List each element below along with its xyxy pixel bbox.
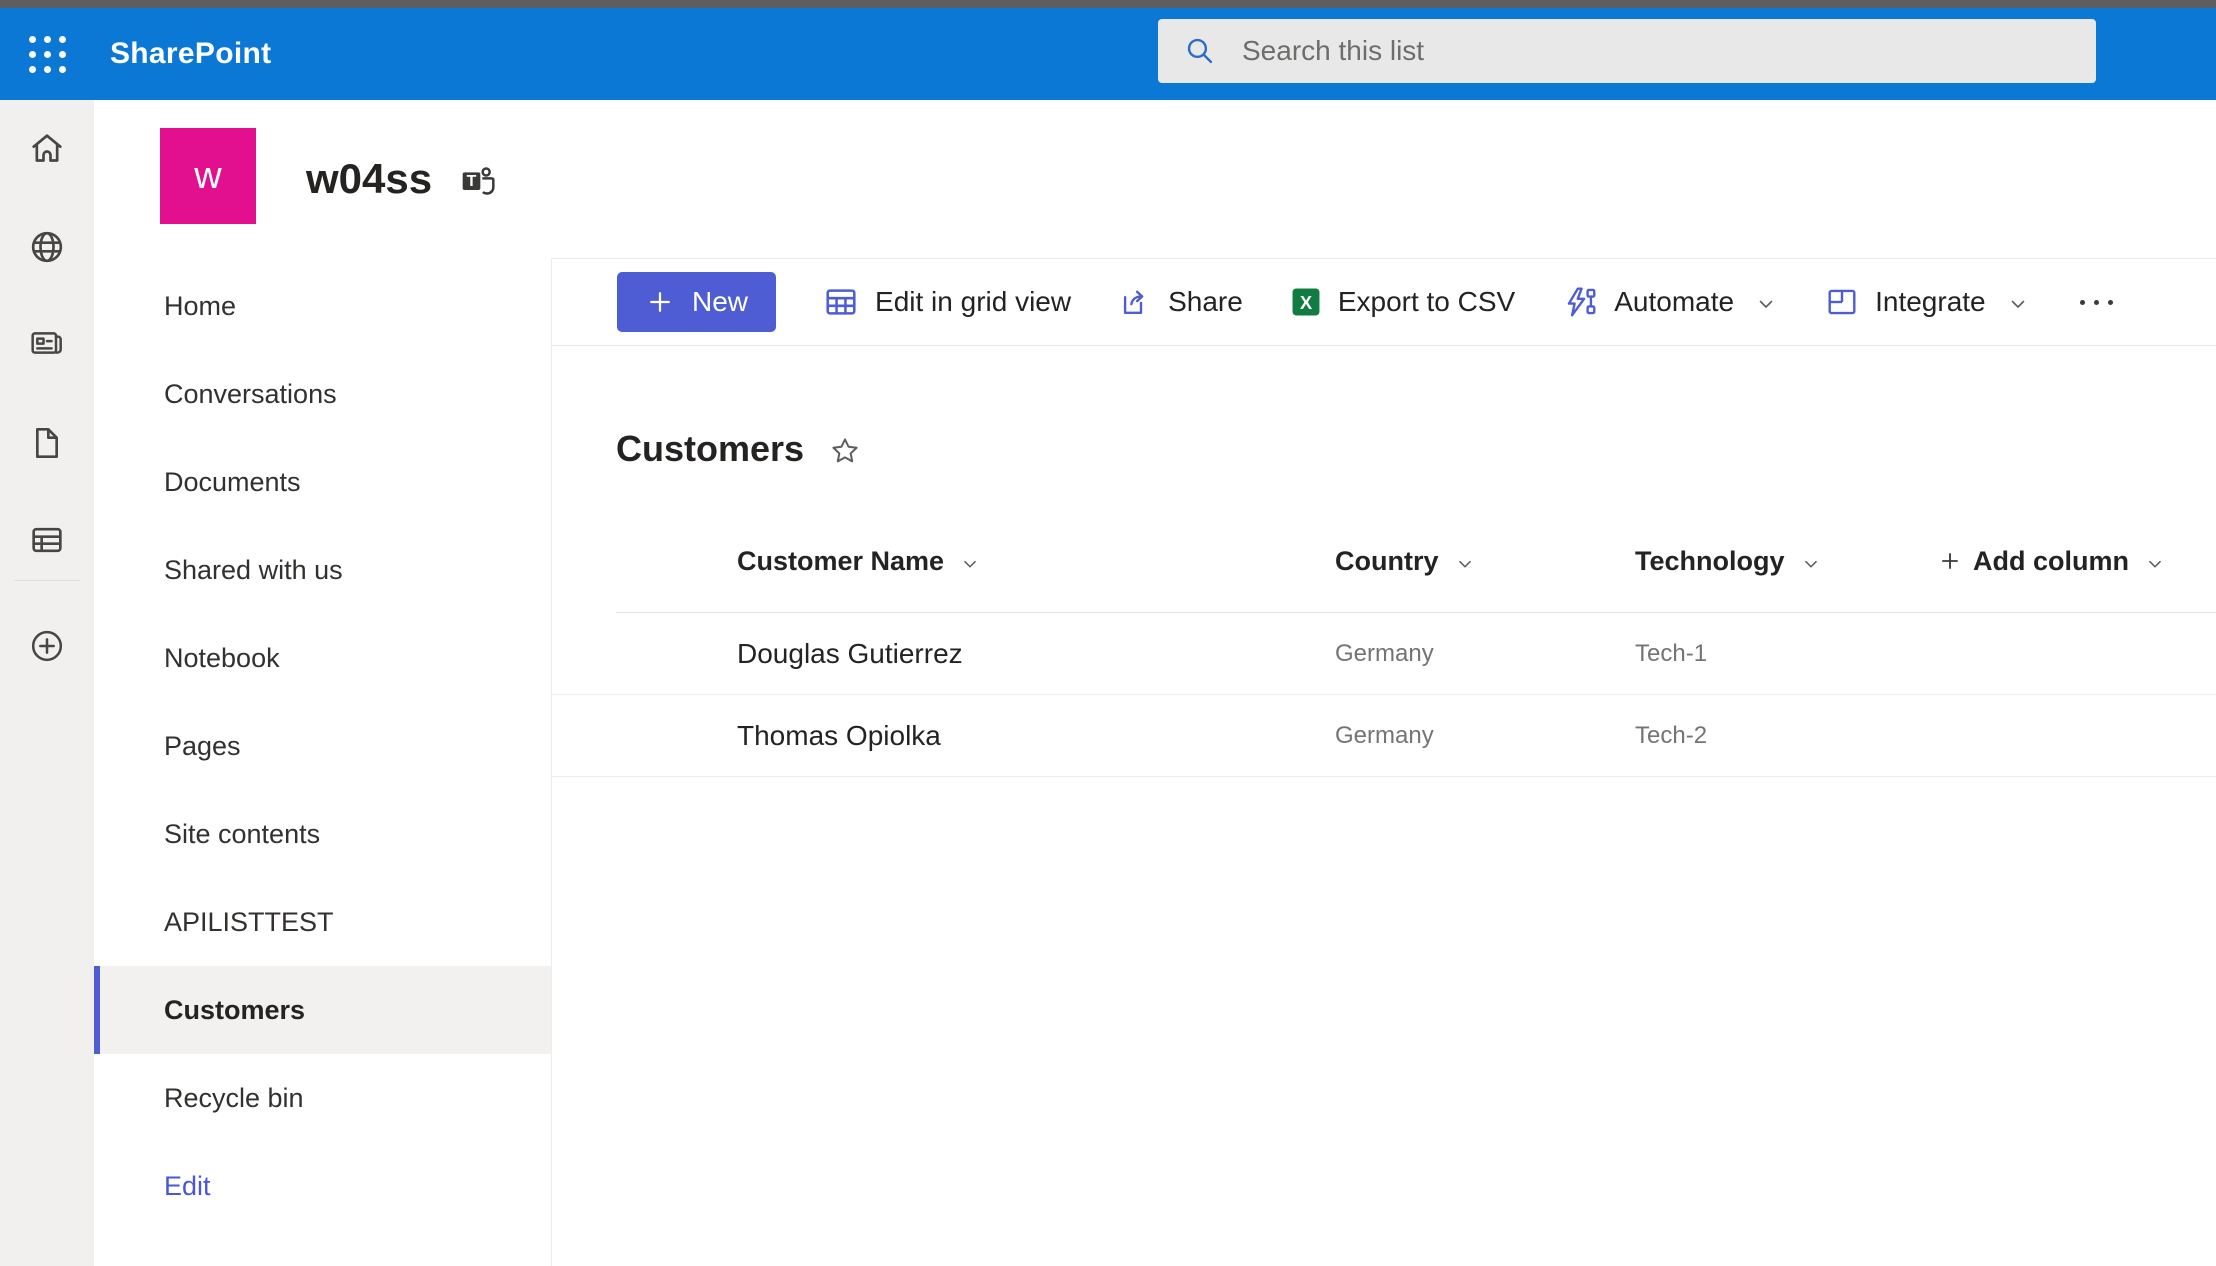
svg-text:X: X [1300, 292, 1313, 313]
app-launcher-button[interactable] [0, 8, 94, 100]
nav-item-apilisttest[interactable]: APILISTTEST [94, 878, 551, 966]
export-to-csv-label: Export to CSV [1338, 286, 1515, 318]
site-title[interactable]: w04ss [306, 155, 432, 203]
nav-item-shared-with-us[interactable]: Shared with us [94, 526, 551, 614]
nav-item-customers[interactable]: Customers [94, 966, 551, 1054]
site-nav: Home Conversations Documents Shared with… [94, 258, 552, 1266]
integrate-menu-button[interactable]: Integrate [1824, 284, 2030, 320]
cell-technology: Tech-1 [1635, 613, 1707, 694]
cell-customer-name[interactable]: Thomas Opiolka [737, 695, 941, 776]
site-header: w w04ss T [94, 100, 2216, 258]
column-header-customer-name[interactable]: Customer Name [737, 535, 981, 587]
nav-item-conversations[interactable]: Conversations [94, 350, 551, 438]
waffle-icon [29, 36, 66, 73]
rail-divider [14, 580, 80, 581]
table-row[interactable]: Douglas Gutierrez Germany Tech-1 [552, 613, 2216, 695]
table-header-row: Customer Name Country Technology Add col… [552, 535, 2216, 587]
edit-in-grid-view-label: Edit in grid view [875, 286, 1071, 318]
rail-global-button[interactable] [0, 216, 94, 278]
rail-documents-button[interactable] [0, 412, 94, 474]
cell-technology: Tech-2 [1635, 695, 1707, 776]
cell-country: Germany [1335, 695, 1434, 776]
command-bar: New Edit in grid view Share X Export to … [552, 258, 2216, 346]
edit-in-grid-view-button[interactable]: Edit in grid view [822, 283, 1071, 321]
integrate-label: Integrate [1875, 286, 1986, 318]
svg-text:T: T [467, 173, 477, 190]
nav-item-site-contents[interactable]: Site contents [94, 790, 551, 878]
automate-flow-icon [1561, 283, 1599, 321]
excel-icon: X [1289, 285, 1323, 319]
lists-icon [27, 520, 67, 560]
chevron-down-icon [1800, 553, 1822, 575]
chevron-down-icon [1454, 553, 1476, 575]
document-icon [27, 423, 67, 463]
rail-create-button[interactable] [0, 615, 94, 677]
news-icon [27, 323, 67, 363]
export-to-csv-button[interactable]: X Export to CSV [1289, 285, 1515, 319]
nav-edit-link[interactable]: Edit [94, 1142, 551, 1230]
add-circle-icon [27, 626, 67, 666]
search-box[interactable] [1158, 19, 2096, 83]
chevron-down-icon [2144, 553, 2166, 575]
plus-icon [645, 287, 675, 317]
share-button[interactable]: Share [1117, 284, 1243, 320]
site-logo[interactable]: w [160, 128, 256, 224]
new-button-label: New [692, 286, 748, 318]
nav-item-home[interactable]: Home [94, 262, 551, 350]
plus-icon [1937, 548, 1963, 574]
rail-lists-button[interactable] [0, 509, 94, 571]
nav-item-recycle-bin[interactable]: Recycle bin [94, 1054, 551, 1142]
app-rail [0, 100, 94, 1266]
nav-item-pages[interactable]: Pages [94, 702, 551, 790]
rail-news-button[interactable] [0, 312, 94, 374]
list-title: Customers [616, 428, 804, 470]
browser-top-strip [0, 0, 2216, 8]
nav-item-documents[interactable]: Documents [94, 438, 551, 526]
favorite-star-icon[interactable] [828, 434, 862, 468]
teams-icon: T [458, 161, 498, 201]
chevron-down-icon [1754, 292, 1778, 316]
chevron-down-icon [2006, 292, 2030, 316]
globe-icon [27, 227, 67, 267]
cell-customer-name[interactable]: Douglas Gutierrez [737, 613, 963, 694]
column-header-technology[interactable]: Technology [1635, 535, 1822, 587]
integrate-icon [1824, 284, 1860, 320]
grid-view-icon [822, 283, 860, 321]
automate-menu-button[interactable]: Automate [1561, 283, 1778, 321]
table-row[interactable]: Thomas Opiolka Germany Tech-2 [552, 695, 2216, 777]
share-label: Share [1168, 286, 1243, 318]
more-icon [2080, 300, 2085, 305]
list-view: Customers Customer Name Country Technolo… [552, 346, 2216, 1266]
nav-item-notebook[interactable]: Notebook [94, 614, 551, 702]
rail-home-button[interactable] [0, 117, 94, 179]
chevron-down-icon [959, 553, 981, 575]
share-icon [1117, 284, 1153, 320]
search-icon [1182, 33, 1218, 69]
column-header-country[interactable]: Country [1335, 535, 1476, 587]
search-input[interactable] [1240, 34, 2072, 68]
suite-bar: SharePoint [0, 8, 2216, 100]
sharepoint-brand-link[interactable]: SharePoint [110, 8, 271, 100]
more-commands-button[interactable] [2080, 282, 2113, 322]
cell-country: Germany [1335, 613, 1434, 694]
new-button[interactable]: New [617, 272, 776, 332]
automate-label: Automate [1614, 286, 1734, 318]
add-column-button[interactable]: Add column [1937, 535, 2166, 587]
home-icon [27, 128, 67, 168]
